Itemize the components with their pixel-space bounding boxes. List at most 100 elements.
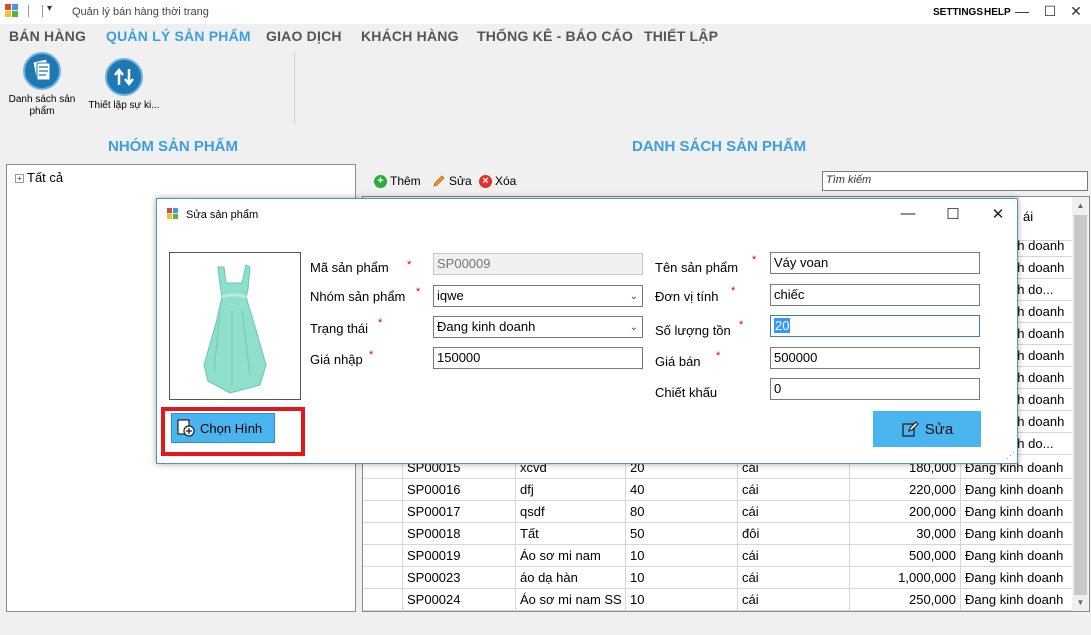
row-header-cell[interactable]	[363, 545, 403, 567]
scroll-down-icon[interactable]: ▼	[1072, 594, 1089, 611]
discount-field[interactable]: 0	[770, 378, 980, 400]
dialog-maximize-button[interactable]: ☐	[938, 205, 968, 225]
row-header-cell[interactable]	[363, 567, 403, 589]
price-cell: 200,000	[850, 501, 961, 523]
required-mark: *	[407, 259, 412, 271]
choose-image-button[interactable]: Chọn Hình	[171, 413, 275, 443]
ribbon-body: Danh sách sản phẩm Thiết lập sự ki...	[0, 52, 1091, 128]
status-select-value: Đang kinh doanh	[437, 319, 536, 334]
required-mark: *	[378, 317, 383, 329]
table-row[interactable]: SP00024 Áo sơ mi nam SS 10 cái 250,000 Đ…	[363, 589, 1073, 611]
tab-quan-ly-san-pham[interactable]: QUẢN LÝ SẢN PHẨM	[106, 28, 251, 44]
stock-field-value: 20	[774, 318, 791, 333]
qty-cell: 10	[626, 589, 738, 611]
ribbon-tabs: BÁN HÀNG QUẢN LÝ SẢN PHẨM GIAO DỊCH KHÁC…	[0, 24, 1091, 52]
settings-link[interactable]: SETTINGS	[933, 7, 983, 18]
delete-icon: ×	[479, 174, 492, 188]
resize-grip-icon[interactable]: ⋰	[1006, 450, 1015, 461]
add-button[interactable]: + Thêm	[374, 174, 421, 188]
row-header-cell[interactable]	[363, 479, 403, 501]
scroll-up-icon[interactable]: ▲	[1072, 197, 1089, 214]
code-cell: SP00017	[403, 501, 516, 523]
tab-thiet-lap[interactable]: THIẾT LẬP	[644, 28, 718, 44]
name-label: Tên sản phẩm	[655, 260, 739, 275]
pencil-icon	[433, 175, 445, 187]
edit-icon	[902, 421, 919, 437]
grid-header-status: ái	[1023, 209, 1034, 224]
qty-cell: 50	[626, 523, 738, 545]
table-row[interactable]: SP00016 dfj 40 cái 220,000 Đang kinh doa…	[363, 479, 1073, 501]
tree-item-all[interactable]: + Tất cả	[15, 170, 63, 185]
table-row[interactable]: SP00018 Tất 50 đôi 30,000 Đang kinh doan…	[363, 523, 1073, 545]
group-select-value: iqwe	[437, 288, 464, 303]
dress-image	[203, 264, 267, 394]
unit-cell: cái	[738, 501, 850, 523]
save-button[interactable]: Sửa	[873, 411, 981, 447]
row-header-cell[interactable]	[363, 589, 403, 611]
product-list-label: Danh sách sản phẩm	[8, 94, 76, 117]
product-image	[169, 252, 301, 400]
table-row[interactable]: SP00019 Áo sơ mi nam 10 cái 500,000 Đang…	[363, 545, 1073, 567]
expand-icon[interactable]: +	[15, 174, 24, 183]
tab-ban-hang[interactable]: BÁN HÀNG	[9, 28, 86, 44]
unit-label: Đơn vị tính	[655, 289, 719, 304]
price-cell: 1,000,000	[850, 567, 961, 589]
qty-cell: 10	[626, 567, 738, 589]
sale-price-field[interactable]: 500000	[770, 347, 980, 369]
ribbon-separator	[294, 52, 295, 124]
delete-button[interactable]: × Xóa	[479, 174, 516, 188]
group-select[interactable]: iqwe ⌄	[433, 285, 643, 307]
unit-cell: cái	[738, 589, 850, 611]
row-header-cell[interactable]	[363, 523, 403, 545]
dialog-titlebar[interactable]: Sửa sản phẩm — ☐ ✕	[157, 199, 1017, 229]
tab-thong-ke-bao-cao[interactable]: THỐNG KÊ - BÁO CÁO	[477, 28, 633, 44]
save-label: Sửa	[924, 420, 954, 438]
table-row[interactable]: SP00017 qsdf 80 cái 200,000 Đang kinh do…	[363, 501, 1073, 523]
price-cell: 250,000	[850, 589, 961, 611]
delete-label: Xóa	[495, 174, 517, 188]
qty-cell: 80	[626, 501, 738, 523]
required-mark: *	[369, 349, 374, 361]
titlebar-separator	[42, 5, 43, 17]
code-cell: SP00018	[403, 523, 516, 545]
name-cell: Áo sơ mi nam SS	[516, 589, 626, 611]
product-group-title: NHÓM SẢN PHẨM	[108, 138, 238, 155]
tab-khach-hang[interactable]: KHÁCH HÀNG	[361, 28, 459, 44]
close-button[interactable]: ✕	[1061, 0, 1091, 22]
product-list-title: DANH SÁCH SẢN PHẨM	[632, 138, 807, 155]
grid-toolbar: + Thêm Sửa × Xóa Tìm kiếm	[362, 170, 1088, 194]
scroll-thumb[interactable]	[1074, 215, 1087, 595]
edit-label: Sửa	[449, 174, 472, 188]
minimize-button[interactable]: —	[1007, 0, 1037, 22]
unit-field[interactable]: chiếc	[770, 284, 980, 306]
unit-cell: cái	[738, 479, 850, 501]
chevron-down-icon[interactable]: ⌄	[630, 289, 638, 305]
stock-field[interactable]: 20	[770, 315, 980, 337]
status-cell: Đang kinh doanh	[961, 545, 1073, 567]
status-cell: Đang kinh doanh	[961, 523, 1073, 545]
product-name-field[interactable]: Váy voan	[770, 252, 980, 274]
status-select[interactable]: Đang kinh doanh ⌄	[433, 316, 643, 338]
grid-scrollbar[interactable]: ▲ ▼	[1072, 197, 1089, 611]
stock-label: Số lượng tồn	[655, 323, 731, 338]
dialog-minimize-button[interactable]: —	[893, 205, 923, 225]
search-input[interactable]: Tìm kiếm	[822, 171, 1088, 191]
add-label: Thêm	[390, 174, 421, 188]
required-mark: *	[752, 254, 757, 266]
dialog-app-icon	[167, 208, 178, 219]
table-row[interactable]: SP00023 áo dạ hàn 10 cái 1,000,000 Đang …	[363, 567, 1073, 589]
tab-giao-dich[interactable]: GIAO DỊCH	[266, 28, 342, 44]
product-list-button[interactable]: Danh sách sản phẩm	[2, 52, 82, 118]
event-setup-label: Thiết lập sự ki...	[88, 100, 160, 111]
window-title: Quản lý bán hàng thời trang	[72, 6, 209, 18]
quick-access-dropdown-icon[interactable]: ▾	[47, 3, 52, 14]
code-cell: SP00016	[403, 479, 516, 501]
edit-button[interactable]: Sửa	[432, 174, 472, 188]
event-setup-button[interactable]: Thiết lập sự ki...	[84, 58, 164, 112]
chevron-down-icon[interactable]: ⌄	[630, 320, 638, 336]
dialog-close-button[interactable]: ✕	[983, 205, 1013, 225]
cost-price-field[interactable]: 150000	[433, 347, 643, 369]
price-cell: 220,000	[850, 479, 961, 501]
status-cell: Đang kinh doanh	[961, 479, 1073, 501]
row-header-cell[interactable]	[363, 501, 403, 523]
